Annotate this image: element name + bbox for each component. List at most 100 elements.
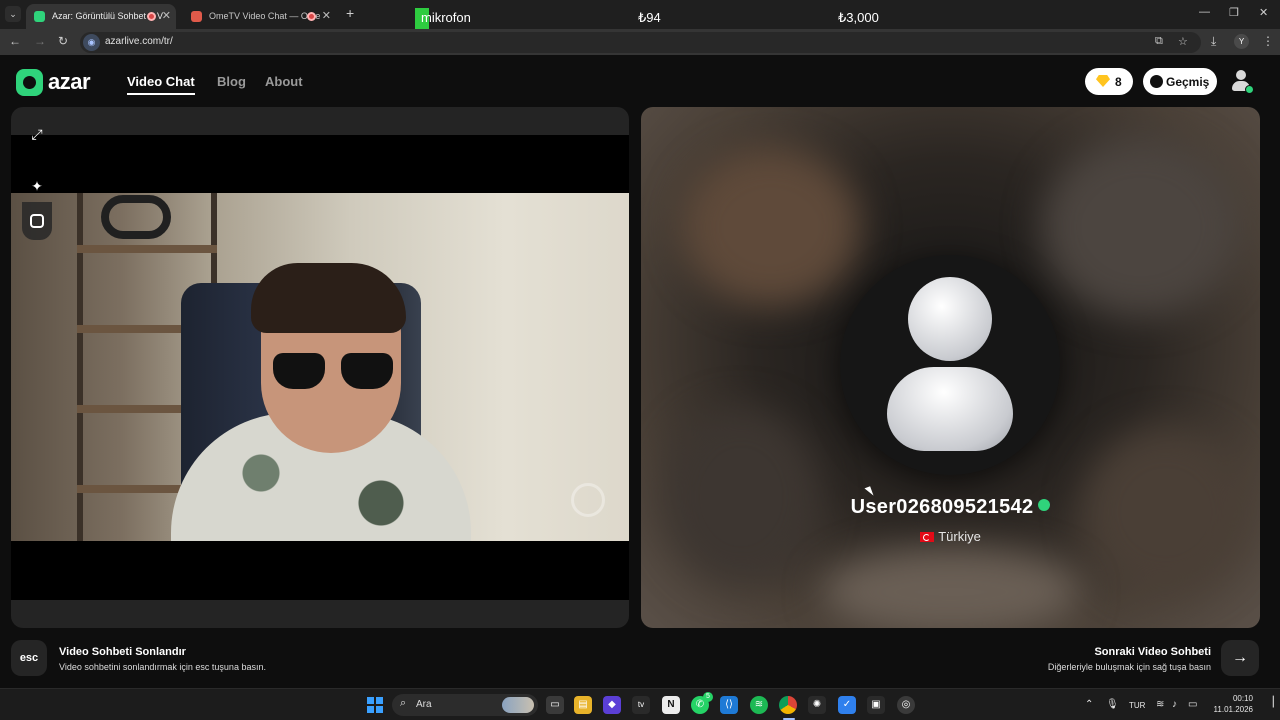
mic-label: mikrofon [421,10,471,25]
sunglasses-shape [273,353,325,389]
obs-icon[interactable]: ◎ [897,696,915,714]
gem-icon [1096,75,1110,87]
clock-date: 11.01.2026 [1213,705,1253,714]
file-explorer-icon[interactable]: ▤ [574,696,592,714]
user-avatar[interactable] [1230,69,1254,94]
download-icon[interactable]: ⤓ [1211,34,1216,49]
end-chat-hint: Video sohbetini sonlandırmak için esc tu… [59,662,266,672]
verified-badge-icon [1038,499,1051,511]
taskbar: ⌕ Ara ▭ ▤ ◆ tv N ✆ 5 ⟨⟩ ≋ ✺ ✓ ▣ ◎ ⌃ 🎙︎ T… [0,688,1280,720]
notion-icon[interactable]: N [662,696,680,714]
next-chat-title: Sonraki Video Sohbeti [1094,646,1211,658]
spotify-icon[interactable]: ≋ [750,696,768,714]
notifications-icon[interactable]: ▕ [1266,697,1274,708]
azar-logo-icon[interactable] [16,69,43,96]
taskbar-search-label: Ara [416,699,432,710]
face-filter-button[interactable] [22,202,52,240]
windows-start-icon[interactable] [367,697,383,713]
search-highlight-icon [502,697,534,713]
app-box-icon[interactable]: ▣ [867,696,885,714]
tab-ometv[interactable]: OmeTV Video Chat — Ome ✕ [183,4,336,29]
whatsapp-badge: 5 [703,692,713,702]
todo-icon[interactable]: ✓ [838,696,856,714]
browser-menu-icon[interactable]: ⋮ [1262,34,1274,48]
azar-favicon-icon [34,11,45,22]
back-icon[interactable]: ← [9,34,21,48]
history-label: Geçmiş [1166,75,1210,89]
nav-about[interactable]: About [265,74,303,89]
close-tab-icon[interactable]: ✕ [162,4,171,29]
gems-button[interactable]: 8 [1085,68,1133,95]
vscode-icon[interactable]: ⟨⟩ [720,696,738,714]
face-filter-icon [30,214,44,228]
expand-icon[interactable]: ⤢ [27,124,47,144]
chatgpt-icon[interactable]: ✺ [808,696,826,714]
turkey-flag-icon [920,532,935,542]
app-purple-icon[interactable]: ◆ [603,696,621,714]
gem-count: 8 [1115,75,1122,89]
taskbar-clock[interactable]: 00:10 11.01.2026 [1207,693,1253,715]
partner-username-row[interactable]: User026809521542 [641,496,1260,519]
bookmark-star-icon[interactable]: ☆ [1178,35,1188,48]
window-close-icon[interactable]: ✕ [1259,6,1268,19]
sparkles-icon[interactable]: ✦ [27,176,47,196]
next-chat-button[interactable]: → [1221,640,1259,676]
site-info-icon[interactable]: ◉ [83,34,100,51]
partner-country: Türkiye [938,529,981,544]
recording-icon [307,12,316,21]
ometv-favicon-icon [191,11,202,22]
tab-search-button[interactable]: ⌄ [5,6,21,22]
input-language[interactable]: TUR [1129,701,1145,710]
lamp-shape [571,483,605,517]
tab-ometv-title: OmeTV Video Chat — Ome [209,11,321,21]
apple-tv-icon[interactable]: tv [632,696,650,714]
nav-blog[interactable]: Blog [217,74,246,89]
tab-azar[interactable]: Azar: Görüntülü Sohbet & V ✕ [26,4,176,29]
task-view-icon[interactable]: ▭ [546,696,564,714]
clock-time: 00:10 [1232,694,1253,703]
self-camera-feed [11,193,629,541]
address-toolbar: ← → ↻ ◉ azarlive.com/tr/ ⧉ ☆ ⤓ Y ⋮ [0,29,1280,55]
default-avatar-icon [908,277,992,361]
cast-icon[interactable]: ⧉ [1155,35,1163,48]
reload-icon[interactable]: ↻ [58,34,68,48]
profile-avatar[interactable]: Y [1234,34,1249,49]
end-chat-button[interactable]: esc [11,640,47,676]
partner-video-panel: User026809521542 Türkiye [641,107,1260,628]
arrow-right-icon: → [1232,649,1248,666]
next-chat-hint: Diğerleriyle buluşmak için sağ tuşa bası… [1047,662,1211,672]
self-video-panel: ⤢ ✦ [11,107,629,628]
tray-expand-icon[interactable]: ⌃ [1085,699,1093,710]
nav-video-chat[interactable]: Video Chat [127,74,195,89]
wifi-icon[interactable]: ≋ [1156,699,1164,710]
partner-country-row: Türkiye [641,529,1260,544]
recording-icon [147,12,156,21]
close-tab-icon[interactable]: ✕ [322,4,331,29]
new-tab-button[interactable]: + [346,5,354,21]
forward-icon[interactable]: → [34,34,46,48]
steering-wheel-shape [101,195,171,239]
logo-text[interactable]: azar [48,69,91,95]
taskbar-search[interactable]: ⌕ Ara [392,694,538,716]
nav-active-underline [127,93,195,95]
overlay-amount-1: ₺94 [638,10,661,25]
volume-icon[interactable]: ♪ [1172,699,1177,710]
partner-username[interactable]: User026809521542 [851,496,1034,518]
clock-icon [1150,75,1163,88]
omnibox[interactable]: ◉ azarlive.com/tr/ ⧉ ☆ [80,32,1201,53]
restore-icon[interactable]: ❐ [1229,6,1239,19]
history-button[interactable]: Geçmiş [1143,68,1217,95]
self-video-frame [11,135,629,600]
url-text[interactable]: azarlive.com/tr/ [105,36,173,47]
search-icon: ⌕ [400,697,407,709]
partner-avatar [840,255,1060,475]
chrome-icon[interactable] [779,696,797,714]
overlay-amount-2: ₺3,000 [838,10,879,25]
end-chat-title: Video Sohbeti Sonlandır [59,646,186,658]
browser-tabbar: ⌄ Azar: Görüntülü Sohbet & V ✕ OmeTV Vid… [0,0,1280,29]
online-status-icon [1245,85,1254,94]
microphone-icon[interactable]: 🎙︎ [1106,699,1119,710]
minimize-icon[interactable]: — [1199,6,1210,18]
app-header: azar Video Chat Blog About 8 Geçmiş [0,55,1280,105]
battery-icon[interactable]: ▭ [1188,699,1197,710]
